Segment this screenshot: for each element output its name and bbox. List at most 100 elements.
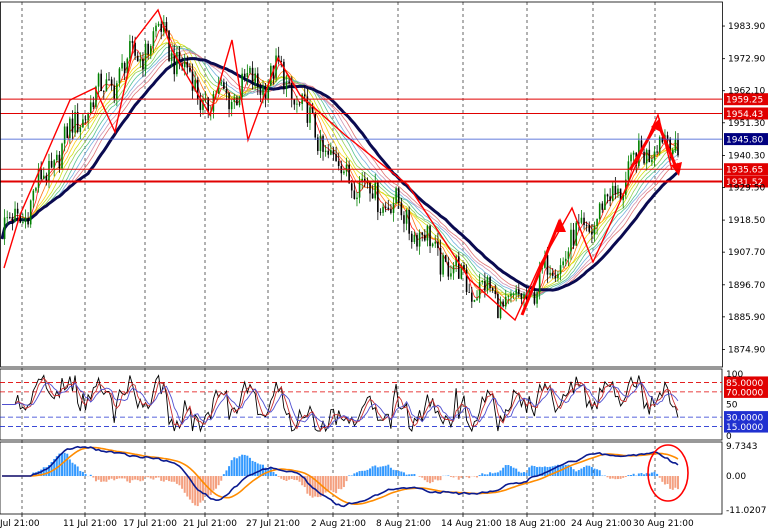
candle-body — [658, 137, 661, 153]
macd-bar — [363, 470, 366, 477]
macd-bar — [212, 476, 215, 491]
macd-bar — [580, 468, 583, 477]
macd-bar — [293, 476, 296, 480]
macd-bar — [509, 466, 512, 477]
annotations — [3, 8, 682, 322]
macd-bar — [94, 476, 97, 482]
candle-body — [76, 111, 79, 132]
candle-body — [24, 217, 27, 223]
candle-body — [671, 150, 674, 155]
candle-body — [332, 150, 335, 155]
macd-bar — [152, 476, 155, 480]
candle-body — [489, 277, 491, 289]
macd-bar — [272, 472, 275, 477]
macd-bar — [134, 476, 137, 480]
macd-bar — [663, 476, 666, 485]
candle-body — [69, 118, 71, 138]
candle-body — [298, 103, 301, 105]
macd-bar — [157, 476, 160, 478]
macd-bar — [215, 476, 218, 489]
trend-arrow-up-1 — [520, 219, 562, 316]
candle-body — [82, 119, 84, 128]
macd-bar — [332, 476, 335, 493]
macd-bar — [637, 473, 640, 477]
candle-body — [384, 206, 387, 208]
macd-bar — [614, 476, 617, 480]
candle-body — [604, 194, 606, 210]
macd-bar — [335, 476, 338, 494]
candle-body — [45, 175, 48, 181]
candle-body — [170, 53, 173, 61]
candle-body — [136, 55, 139, 62]
macd-bar — [650, 472, 653, 477]
candle-body — [677, 139, 679, 156]
macd-bar — [496, 472, 499, 477]
macd-bar — [460, 476, 463, 478]
macd-tick-low: -11.0207 — [726, 506, 766, 516]
axes: 1983.90 1972.90 1962.10 1951.30 1940.30 1929.… — [0, 1, 765, 529]
candle-body — [439, 247, 442, 275]
macd-bar — [632, 473, 635, 477]
macd-bar — [173, 476, 176, 482]
macd-bar — [183, 476, 186, 493]
macd-bar — [355, 472, 358, 477]
macd-bar — [674, 476, 677, 488]
macd-bar — [447, 475, 450, 477]
current-price-label: 1945.80 — [726, 136, 763, 146]
macd-bar — [392, 469, 395, 477]
macd-bar — [533, 466, 536, 477]
macd-bar — [677, 476, 679, 490]
macd-bar — [429, 476, 432, 484]
macd-panel: 9.7343 0.00 -11.0207 — [0, 441, 766, 516]
ma-ribbon-line-3 — [1, 41, 679, 299]
candle-body — [293, 99, 296, 105]
macd-bar — [241, 454, 244, 477]
macd-bar — [661, 476, 664, 482]
macd-bar — [102, 476, 105, 482]
macd-bar — [277, 476, 280, 477]
macd-bar — [491, 473, 494, 477]
macd-bar — [499, 470, 502, 477]
macd-bar — [468, 476, 471, 479]
candle-body — [653, 151, 656, 160]
candle-body — [157, 23, 160, 26]
x-tick-label-10: 30 Aug 21:00 — [633, 519, 694, 529]
macd-bar — [71, 462, 74, 477]
macd-bar — [512, 467, 515, 477]
candle-body — [165, 22, 168, 31]
candle-body — [11, 217, 14, 222]
candle-body — [499, 301, 502, 319]
candle-body — [486, 277, 489, 291]
candle-body — [392, 203, 395, 213]
candle-body — [598, 203, 601, 219]
candle-body — [546, 255, 549, 275]
candle-body — [241, 73, 243, 98]
candle-body — [149, 45, 152, 55]
candle-body — [473, 299, 476, 302]
candle-body — [183, 61, 186, 68]
candle-body — [520, 293, 523, 300]
candle-body — [395, 188, 397, 204]
macd-tick-high: 9.7343 — [726, 442, 758, 452]
candle-body — [583, 217, 585, 225]
candle-body — [139, 58, 142, 62]
macd-bar — [577, 470, 580, 477]
candle-body — [379, 212, 382, 213]
candle-body — [186, 61, 189, 68]
macd-bar — [160, 476, 163, 481]
macd-bar — [457, 476, 460, 480]
candle-body — [58, 154, 61, 169]
y-tick-label-6: 1918.50 — [728, 216, 765, 226]
macd-bar — [89, 474, 92, 477]
candle-body — [40, 169, 42, 180]
candle-body — [16, 208, 19, 214]
candle-body — [562, 261, 564, 266]
candle-body — [512, 293, 515, 295]
candle-body — [591, 231, 593, 235]
macd-bar — [238, 456, 241, 477]
macd-bar — [421, 476, 424, 478]
macd-bar — [402, 472, 405, 477]
macd-bar — [389, 467, 392, 477]
candle-body — [123, 62, 126, 74]
candle-body — [431, 243, 434, 247]
